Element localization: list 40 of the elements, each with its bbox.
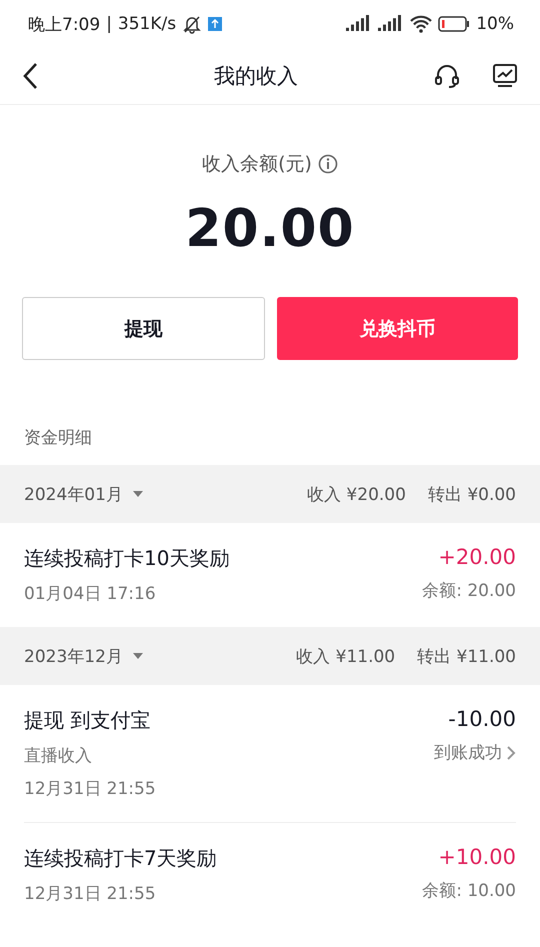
- back-icon[interactable]: [22, 62, 38, 90]
- balance-amount: 20.00: [185, 199, 355, 259]
- balance-label: 收入余额(元): [202, 152, 312, 177]
- record-title: 连续投稿打卡10天奖励: [24, 545, 230, 572]
- chart-monitor-icon[interactable]: [492, 63, 518, 89]
- network-speed: 351K/s: [118, 14, 176, 34]
- headset-icon[interactable]: [434, 63, 460, 89]
- dropdown-caret-icon[interactable]: [132, 491, 143, 497]
- info-icon[interactable]: [318, 154, 338, 174]
- month-label[interactable]: 2023年12月: [24, 644, 123, 668]
- record-status[interactable]: 到账成功: [434, 741, 502, 764]
- bell-off-icon: [182, 14, 202, 34]
- month-out: 转出 ¥0.00: [428, 484, 516, 506]
- record-title: 连续投稿打卡7天奖励: [24, 845, 217, 872]
- month-out: 转出 ¥11.00: [417, 646, 516, 668]
- battery-icon: [438, 16, 470, 32]
- month-label[interactable]: 2024年01月: [24, 482, 123, 506]
- app-notification-icon: [208, 17, 222, 31]
- record-date: 12月31日 21:55: [24, 883, 157, 905]
- wifi-icon: [410, 15, 432, 33]
- month-income: 收入 ¥11.00: [296, 646, 396, 668]
- record-title: 提现 到支付宝: [24, 707, 152, 734]
- battery-percent: 10%: [476, 14, 514, 34]
- record-amount: -10.00: [448, 707, 516, 731]
- page-title: 我的收入: [213, 63, 299, 90]
- dropdown-caret-icon[interactable]: [132, 653, 143, 659]
- status-time: 晚上7:09: [28, 14, 100, 36]
- record-date: 01月04日 17:16: [24, 583, 157, 605]
- section-title: 资金明细: [23, 427, 93, 450]
- month-income: 收入 ¥20.00: [307, 484, 406, 506]
- separator: |: [106, 14, 112, 34]
- record-date: 12月31日 21:55: [24, 778, 156, 800]
- exchange-button[interactable]: 兑换抖币: [277, 297, 518, 360]
- withdraw-button[interactable]: 提现: [22, 297, 265, 360]
- chevron-right-icon[interactable]: [506, 744, 516, 760]
- record-balance: 余额: 20.00: [422, 580, 516, 602]
- record-balance: 余额: 10.00: [422, 880, 516, 902]
- record-source: 直播收入: [24, 745, 93, 767]
- record-amount: +20.00: [438, 545, 516, 569]
- record-amount: +10.00: [438, 845, 516, 869]
